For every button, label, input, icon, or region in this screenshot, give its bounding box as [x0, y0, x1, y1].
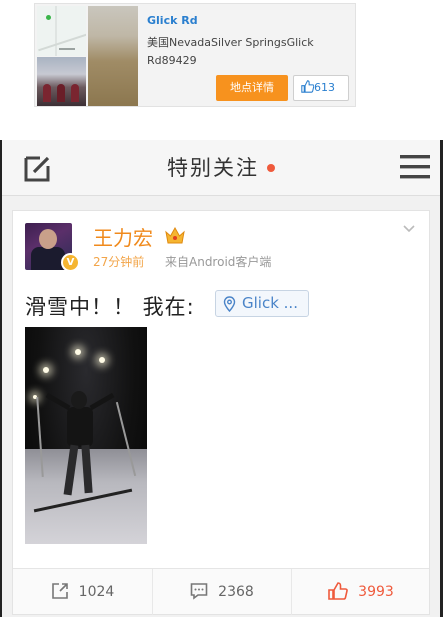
map-road	[55, 6, 57, 56]
photo-skier-arm	[45, 392, 71, 411]
avatar-figure	[31, 247, 65, 270]
location-preview: Glick Rd 美国NevadaSilver SpringsGlick Rd8…	[0, 0, 443, 110]
photo-skier-head	[71, 391, 87, 409]
repost-icon	[51, 583, 68, 599]
map-label	[59, 48, 75, 50]
location-card[interactable]: Glick Rd 美国NevadaSilver SpringsGlick Rd8…	[34, 3, 356, 107]
chevron-down-icon[interactable]	[403, 225, 415, 233]
photo-skier	[67, 407, 93, 447]
location-map-thumbnail[interactable]	[37, 6, 86, 56]
map-pin-icon	[46, 15, 51, 20]
like-count: 3993	[358, 584, 394, 600]
location-like-count: 613	[314, 81, 335, 94]
feed-post[interactable]: V 王力宏 27分钟前 来自Android客户端 滑雪中！！ 我在: Glick…	[12, 210, 430, 615]
post-image[interactable]	[25, 327, 147, 544]
photo-person	[43, 84, 51, 102]
comment-button[interactable]: 2368	[152, 569, 291, 615]
repost-button[interactable]: 1024	[13, 569, 152, 615]
location-pin-icon	[223, 296, 236, 312]
crown-icon	[165, 227, 185, 244]
thumbs-up-icon	[328, 582, 349, 600]
post-timestamp: 27分钟前	[93, 255, 145, 269]
photo-light	[99, 357, 105, 363]
location-chip[interactable]: Glick ...	[215, 290, 309, 317]
location-detail-button[interactable]: 地点详情	[216, 75, 288, 101]
location-like-button[interactable]: 613	[293, 75, 349, 101]
post-author[interactable]: 王力宏	[93, 222, 153, 251]
post-source: 来自Android客户端	[165, 255, 272, 269]
notification-dot	[267, 164, 275, 172]
location-photo-thumbnail[interactable]	[88, 6, 138, 106]
like-button[interactable]: 3993	[291, 569, 430, 615]
location-title[interactable]: Glick Rd	[147, 14, 198, 27]
post-text: 滑雪中！！ 我在:	[25, 295, 195, 319]
verified-badge: V	[61, 253, 80, 272]
page-title-text: 特别关注	[167, 156, 259, 180]
repost-count: 1024	[78, 584, 115, 600]
photo-light	[75, 349, 81, 355]
comment-icon	[190, 583, 208, 600]
photo-person	[57, 84, 65, 102]
photo-person	[71, 84, 79, 102]
comment-count: 2368	[218, 584, 254, 600]
photo-light	[43, 367, 49, 373]
photo-skier-arm	[89, 392, 115, 411]
thumbs-up-icon	[301, 80, 315, 93]
avatar-face	[39, 229, 57, 249]
location-chip-label: Glick ...	[242, 294, 298, 312]
menu-icon[interactable]	[400, 154, 430, 180]
location-address: 美国NevadaSilver SpringsGlick Rd89429	[147, 36, 314, 67]
post-action-bar: 1024 2368 3993	[13, 568, 430, 615]
app-screen: 特别关注 V 王力宏 27分钟前 来自Android客户端 滑雪中！！ 我在:	[0, 140, 443, 617]
location-photo-thumbnail[interactable]	[37, 57, 86, 106]
top-bar: 特别关注	[2, 140, 440, 196]
device-edge	[0, 140, 2, 617]
page-title: 特别关注	[2, 152, 440, 182]
